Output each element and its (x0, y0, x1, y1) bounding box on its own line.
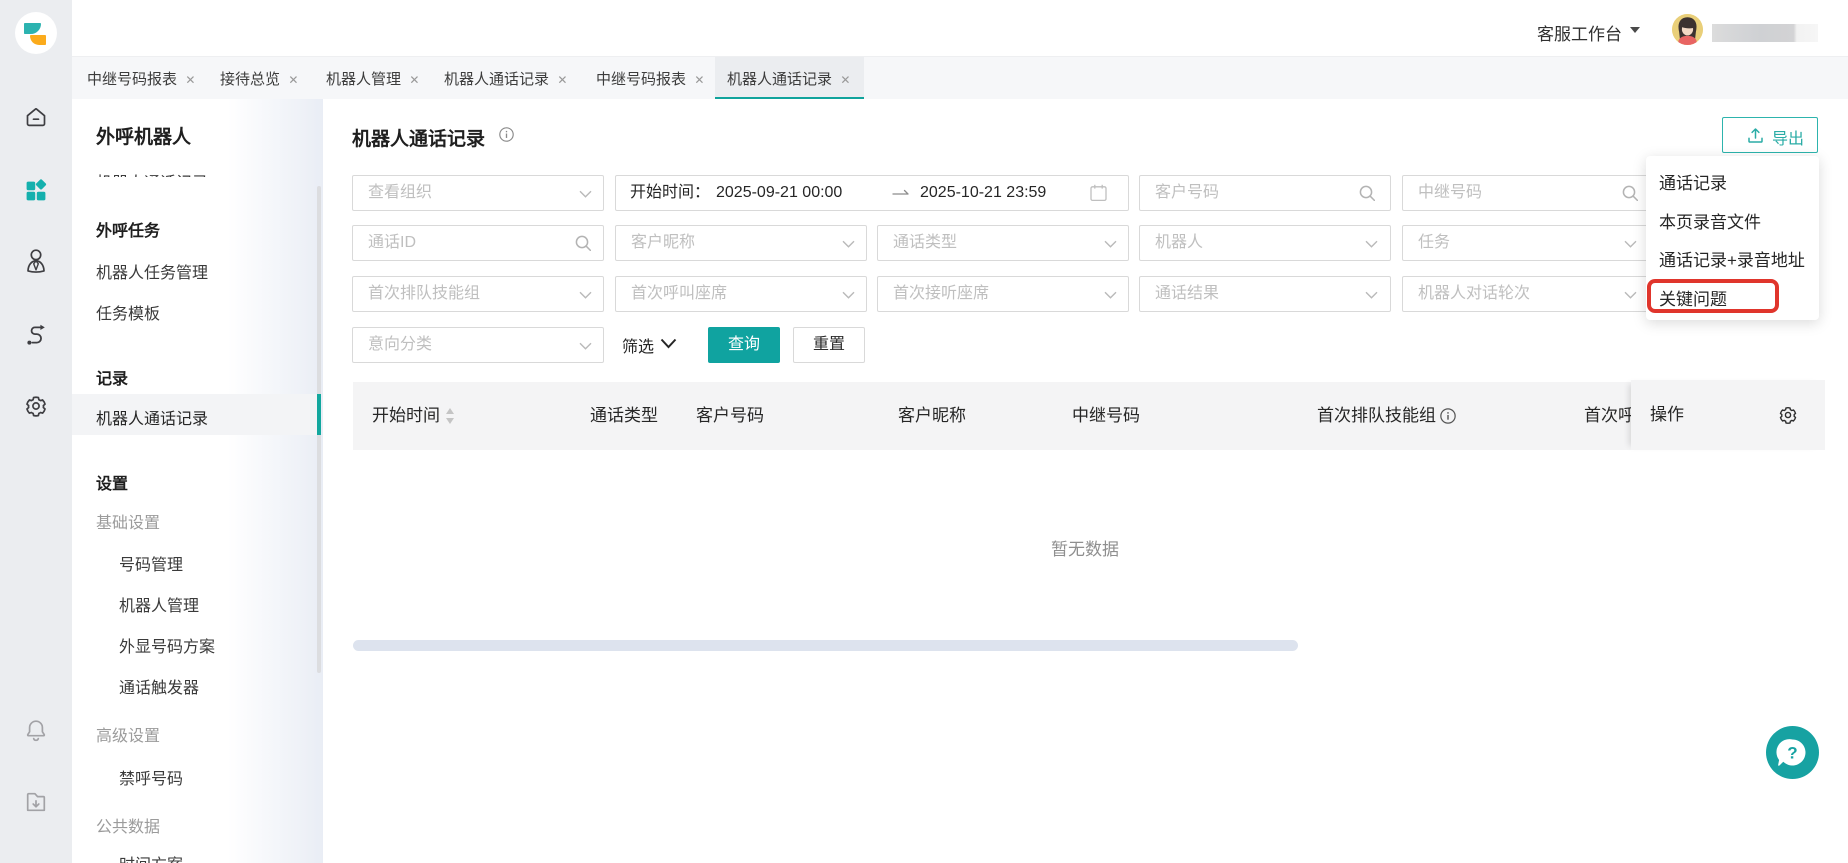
svg-text:?: ? (1787, 744, 1797, 763)
